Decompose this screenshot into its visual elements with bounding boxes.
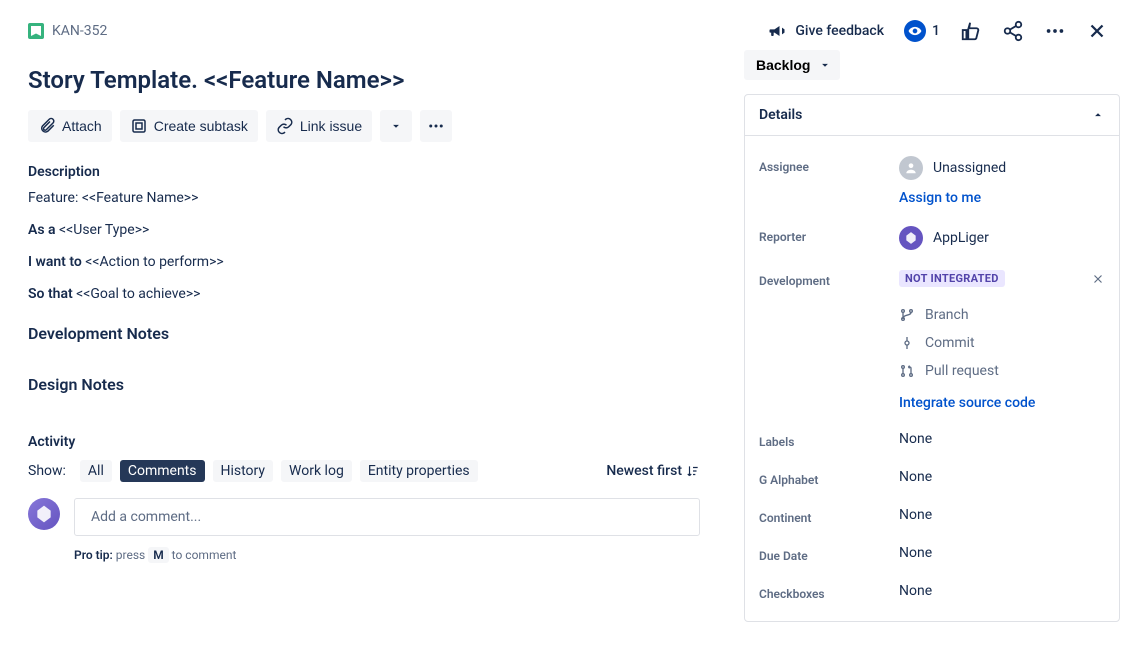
link-issue-dropdown[interactable]	[380, 110, 412, 142]
chevron-up-icon	[1091, 108, 1105, 122]
assignee-value[interactable]: Unassigned	[899, 156, 1105, 180]
watch-count: 1	[932, 23, 940, 39]
labels-label: Labels	[759, 431, 899, 449]
attach-icon	[38, 117, 56, 135]
link-issue-button[interactable]: Link issue	[266, 110, 372, 142]
assignee-label: Assignee	[759, 156, 899, 174]
dev-notes-heading: Development Notes	[28, 324, 700, 343]
continent-value[interactable]: None	[899, 507, 1105, 523]
reporter-value[interactable]: AppLiger	[899, 226, 1105, 250]
comment-input[interactable]: Add a comment...	[74, 498, 700, 536]
link-icon	[276, 117, 294, 135]
unassigned-avatar-icon	[899, 156, 923, 180]
dev-branch[interactable]: Branch	[899, 301, 1105, 329]
integrate-source-link[interactable]: Integrate source code	[899, 395, 1105, 411]
activity-label: Activity	[28, 434, 700, 450]
branch-icon	[899, 307, 915, 323]
dev-commit[interactable]: Commit	[899, 329, 1105, 357]
subtask-icon	[130, 117, 148, 135]
sort-icon	[686, 464, 700, 478]
current-user-avatar	[28, 498, 60, 530]
feedback-button[interactable]: Give feedback	[767, 21, 884, 41]
close-button[interactable]	[1086, 20, 1108, 42]
details-header[interactable]: Details	[745, 95, 1119, 136]
eye-icon	[904, 20, 926, 42]
description-label: Description	[28, 164, 700, 180]
like-button[interactable]	[960, 20, 982, 42]
create-subtask-button[interactable]: Create subtask	[120, 110, 258, 142]
continent-label: Continent	[759, 507, 899, 525]
tab-worklog[interactable]: Work log	[281, 460, 352, 482]
megaphone-icon	[767, 21, 787, 41]
assign-to-me-link[interactable]: Assign to me	[899, 190, 1105, 206]
tab-all[interactable]: All	[80, 460, 112, 482]
issue-key[interactable]: KAN-352	[52, 23, 107, 39]
pull-request-icon	[899, 363, 915, 379]
share-button[interactable]	[1002, 20, 1024, 42]
more-actions-button[interactable]	[1044, 20, 1066, 42]
tab-history[interactable]: History	[213, 460, 274, 482]
development-label: Development	[759, 270, 899, 288]
toolbar-more-button[interactable]	[420, 110, 452, 142]
show-label: Show:	[28, 463, 66, 479]
commit-icon	[899, 335, 915, 351]
labels-value[interactable]: None	[899, 431, 1105, 447]
dev-dismiss-icon[interactable]	[1091, 272, 1105, 286]
design-notes-heading: Design Notes	[28, 375, 700, 394]
checkboxes-value[interactable]: None	[899, 583, 1105, 599]
watch-button[interactable]: 1	[904, 20, 940, 42]
status-dropdown[interactable]: Backlog	[744, 50, 840, 80]
feature-line: Feature: <<Feature Name>>	[28, 190, 700, 206]
attach-button[interactable]: Attach	[28, 110, 112, 142]
dev-pull-request[interactable]: Pull request	[899, 357, 1105, 385]
g-alphabet-label: G Alphabet	[759, 469, 899, 487]
protip-text: Pro tip: press M to comment	[74, 548, 700, 562]
due-date-label: Due Date	[759, 545, 899, 563]
g-alphabet-value[interactable]: None	[899, 469, 1105, 485]
sort-toggle[interactable]: Newest first	[606, 463, 700, 479]
chevron-down-icon	[818, 58, 832, 72]
reporter-avatar-icon	[899, 226, 923, 250]
issue-title[interactable]: Story Template. <<Feature Name>>	[28, 66, 700, 94]
checkboxes-label: Checkboxes	[759, 583, 899, 601]
due-date-value[interactable]: None	[899, 545, 1105, 561]
feedback-label: Give feedback	[795, 23, 884, 39]
description-body[interactable]: Feature: <<Feature Name>> As a <<User Ty…	[28, 190, 700, 394]
tab-entity-properties[interactable]: Entity properties	[360, 460, 478, 482]
reporter-label: Reporter	[759, 226, 899, 244]
tab-comments[interactable]: Comments	[120, 460, 205, 482]
integration-badge: NOT INTEGRATED	[899, 270, 1005, 287]
story-type-icon	[28, 23, 44, 39]
